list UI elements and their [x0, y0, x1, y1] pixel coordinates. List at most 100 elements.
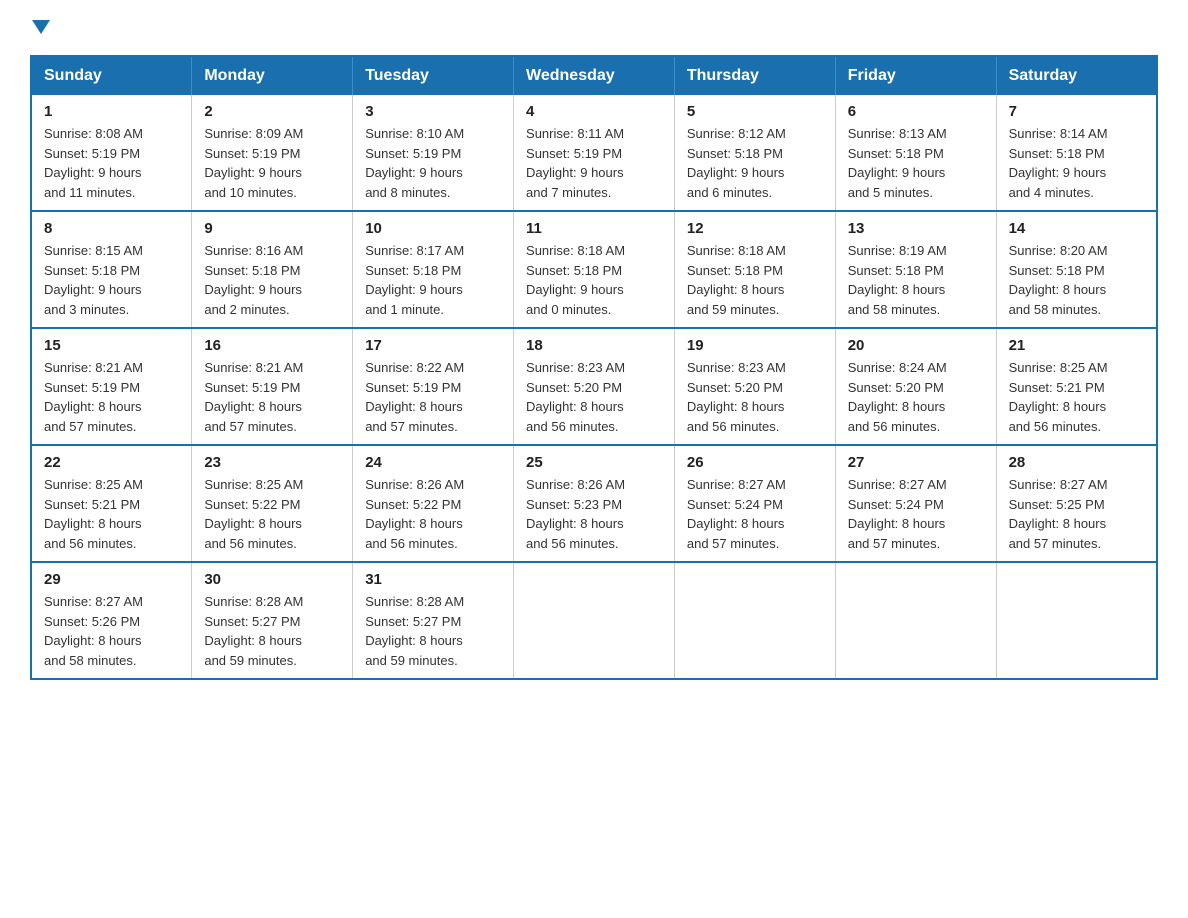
day-info: Sunrise: 8:23 AMSunset: 5:20 PMDaylight:…: [687, 360, 786, 434]
calendar-cell: 27 Sunrise: 8:27 AMSunset: 5:24 PMDayligh…: [835, 445, 996, 562]
logo-triangle-icon: [32, 20, 50, 34]
calendar-cell: 24Sunrise: 8:26 AMSunset: 5:22 PMDayligh…: [353, 445, 514, 562]
day-info: Sunrise: 8:25 AMSunset: 5:22 PMDaylight:…: [204, 477, 303, 551]
day-number: 2: [204, 103, 340, 120]
calendar-table: SundayMondayTuesdayWednesdayThursdayFrid…: [30, 55, 1158, 680]
day-info: Sunrise: 8:18 AMSunset: 5:18 PMDaylight:…: [526, 243, 625, 317]
calendar-cell: 13 Sunrise: 8:19 AMSunset: 5:18 PMDayligh…: [835, 211, 996, 328]
header-wednesday: Wednesday: [514, 56, 675, 95]
week-row-1: 1 Sunrise: 8:08 AMSunset: 5:19 PMDaylight…: [31, 95, 1157, 211]
day-info: Sunrise: 8:25 AMSunset: 5:21 PMDaylight:…: [44, 477, 143, 551]
day-number: 22: [44, 454, 179, 471]
header-friday: Friday: [835, 56, 996, 95]
header-tuesday: Tuesday: [353, 56, 514, 95]
calendar-cell: 15 Sunrise: 8:21 AMSunset: 5:19 PMDayligh…: [31, 328, 192, 445]
day-number: 11: [526, 220, 662, 237]
day-info: Sunrise: 8:26 AMSunset: 5:23 PMDaylight:…: [526, 477, 625, 551]
day-number: 28: [1009, 454, 1144, 471]
day-info: Sunrise: 8:10 AMSunset: 5:19 PMDaylight:…: [365, 126, 464, 200]
day-number: 31: [365, 571, 501, 588]
day-number: 20: [848, 337, 984, 354]
day-info: Sunrise: 8:13 AMSunset: 5:18 PMDaylight:…: [848, 126, 947, 200]
calendar-cell: 14Sunrise: 8:20 AMSunset: 5:18 PMDayligh…: [996, 211, 1157, 328]
day-number: 29: [44, 571, 179, 588]
day-info: Sunrise: 8:19 AMSunset: 5:18 PMDaylight:…: [848, 243, 947, 317]
day-info: Sunrise: 8:21 AMSunset: 5:19 PMDaylight:…: [44, 360, 143, 434]
header-monday: Monday: [192, 56, 353, 95]
calendar-cell: 1 Sunrise: 8:08 AMSunset: 5:19 PMDaylight…: [31, 95, 192, 211]
day-number: 5: [687, 103, 823, 120]
calendar-cell: 11 Sunrise: 8:18 AMSunset: 5:18 PMDayligh…: [514, 211, 675, 328]
day-number: 27: [848, 454, 984, 471]
calendar-cell: [674, 562, 835, 679]
day-info: Sunrise: 8:09 AMSunset: 5:19 PMDaylight:…: [204, 126, 303, 200]
day-info: Sunrise: 8:27 AMSunset: 5:24 PMDaylight:…: [687, 477, 786, 551]
header-sunday: Sunday: [31, 56, 192, 95]
calendar-cell: 12 Sunrise: 8:18 AMSunset: 5:18 PMDayligh…: [674, 211, 835, 328]
day-number: 13: [848, 220, 984, 237]
day-info: Sunrise: 8:24 AMSunset: 5:20 PMDaylight:…: [848, 360, 947, 434]
calendar-cell: 18 Sunrise: 8:23 AMSunset: 5:20 PMDayligh…: [514, 328, 675, 445]
calendar-cell: 4Sunrise: 8:11 AMSunset: 5:19 PMDaylight…: [514, 95, 675, 211]
day-info: Sunrise: 8:18 AMSunset: 5:18 PMDaylight:…: [687, 243, 786, 317]
week-row-4: 22 Sunrise: 8:25 AMSunset: 5:21 PMDayligh…: [31, 445, 1157, 562]
calendar-cell: [835, 562, 996, 679]
page-header: [30, 20, 1158, 39]
day-number: 3: [365, 103, 501, 120]
day-number: 21: [1009, 337, 1144, 354]
calendar-cell: 23 Sunrise: 8:25 AMSunset: 5:22 PMDayligh…: [192, 445, 353, 562]
day-info: Sunrise: 8:28 AMSunset: 5:27 PMDaylight:…: [204, 594, 303, 668]
day-number: 12: [687, 220, 823, 237]
calendar-cell: 7Sunrise: 8:14 AMSunset: 5:18 PMDaylight…: [996, 95, 1157, 211]
calendar-cell: 5 Sunrise: 8:12 AMSunset: 5:18 PMDaylight…: [674, 95, 835, 211]
calendar-cell: 6 Sunrise: 8:13 AMSunset: 5:18 PMDaylight…: [835, 95, 996, 211]
day-info: Sunrise: 8:23 AMSunset: 5:20 PMDaylight:…: [526, 360, 625, 434]
calendar-cell: 10 Sunrise: 8:17 AMSunset: 5:18 PMDayligh…: [353, 211, 514, 328]
week-row-2: 8 Sunrise: 8:15 AMSunset: 5:18 PMDaylight…: [31, 211, 1157, 328]
day-info: Sunrise: 8:27 AMSunset: 5:24 PMDaylight:…: [848, 477, 947, 551]
day-info: Sunrise: 8:15 AMSunset: 5:18 PMDaylight:…: [44, 243, 143, 317]
calendar-cell: 28Sunrise: 8:27 AMSunset: 5:25 PMDayligh…: [996, 445, 1157, 562]
day-number: 17: [365, 337, 501, 354]
header-thursday: Thursday: [674, 56, 835, 95]
day-info: Sunrise: 8:25 AMSunset: 5:21 PMDaylight:…: [1009, 360, 1108, 434]
day-number: 23: [204, 454, 340, 471]
calendar-cell: [996, 562, 1157, 679]
calendar-cell: 22 Sunrise: 8:25 AMSunset: 5:21 PMDayligh…: [31, 445, 192, 562]
calendar-cell: 17 Sunrise: 8:22 AMSunset: 5:19 PMDayligh…: [353, 328, 514, 445]
calendar-cell: 8 Sunrise: 8:15 AMSunset: 5:18 PMDaylight…: [31, 211, 192, 328]
day-number: 1: [44, 103, 179, 120]
day-number: 6: [848, 103, 984, 120]
day-number: 10: [365, 220, 501, 237]
week-row-3: 15 Sunrise: 8:21 AMSunset: 5:19 PMDayligh…: [31, 328, 1157, 445]
day-info: Sunrise: 8:08 AMSunset: 5:19 PMDaylight:…: [44, 126, 143, 200]
day-info: Sunrise: 8:16 AMSunset: 5:18 PMDaylight:…: [204, 243, 303, 317]
day-info: Sunrise: 8:21 AMSunset: 5:19 PMDaylight:…: [204, 360, 303, 434]
calendar-cell: 31Sunrise: 8:28 AMSunset: 5:27 PMDayligh…: [353, 562, 514, 679]
day-number: 25: [526, 454, 662, 471]
calendar-cell: 25 Sunrise: 8:26 AMSunset: 5:23 PMDayligh…: [514, 445, 675, 562]
calendar-header-row: SundayMondayTuesdayWednesdayThursdayFrid…: [31, 56, 1157, 95]
day-number: 4: [526, 103, 662, 120]
day-number: 14: [1009, 220, 1144, 237]
day-info: Sunrise: 8:12 AMSunset: 5:18 PMDaylight:…: [687, 126, 786, 200]
calendar-cell: 26 Sunrise: 8:27 AMSunset: 5:24 PMDayligh…: [674, 445, 835, 562]
calendar-cell: 9Sunrise: 8:16 AMSunset: 5:18 PMDaylight…: [192, 211, 353, 328]
day-number: 15: [44, 337, 179, 354]
week-row-5: 29 Sunrise: 8:27 AMSunset: 5:26 PMDayligh…: [31, 562, 1157, 679]
day-info: Sunrise: 8:14 AMSunset: 5:18 PMDaylight:…: [1009, 126, 1108, 200]
calendar-cell: 16 Sunrise: 8:21 AMSunset: 5:19 PMDayligh…: [192, 328, 353, 445]
day-number: 16: [204, 337, 340, 354]
day-info: Sunrise: 8:27 AMSunset: 5:26 PMDaylight:…: [44, 594, 143, 668]
logo: [30, 20, 50, 39]
calendar-cell: 21 Sunrise: 8:25 AMSunset: 5:21 PMDayligh…: [996, 328, 1157, 445]
day-number: 26: [687, 454, 823, 471]
day-info: Sunrise: 8:22 AMSunset: 5:19 PMDaylight:…: [365, 360, 464, 434]
day-info: Sunrise: 8:17 AMSunset: 5:18 PMDaylight:…: [365, 243, 464, 317]
calendar-cell: 19Sunrise: 8:23 AMSunset: 5:20 PMDayligh…: [674, 328, 835, 445]
calendar-cell: 29 Sunrise: 8:27 AMSunset: 5:26 PMDayligh…: [31, 562, 192, 679]
calendar-cell: 20 Sunrise: 8:24 AMSunset: 5:20 PMDayligh…: [835, 328, 996, 445]
day-number: 18: [526, 337, 662, 354]
header-saturday: Saturday: [996, 56, 1157, 95]
day-number: 8: [44, 220, 179, 237]
